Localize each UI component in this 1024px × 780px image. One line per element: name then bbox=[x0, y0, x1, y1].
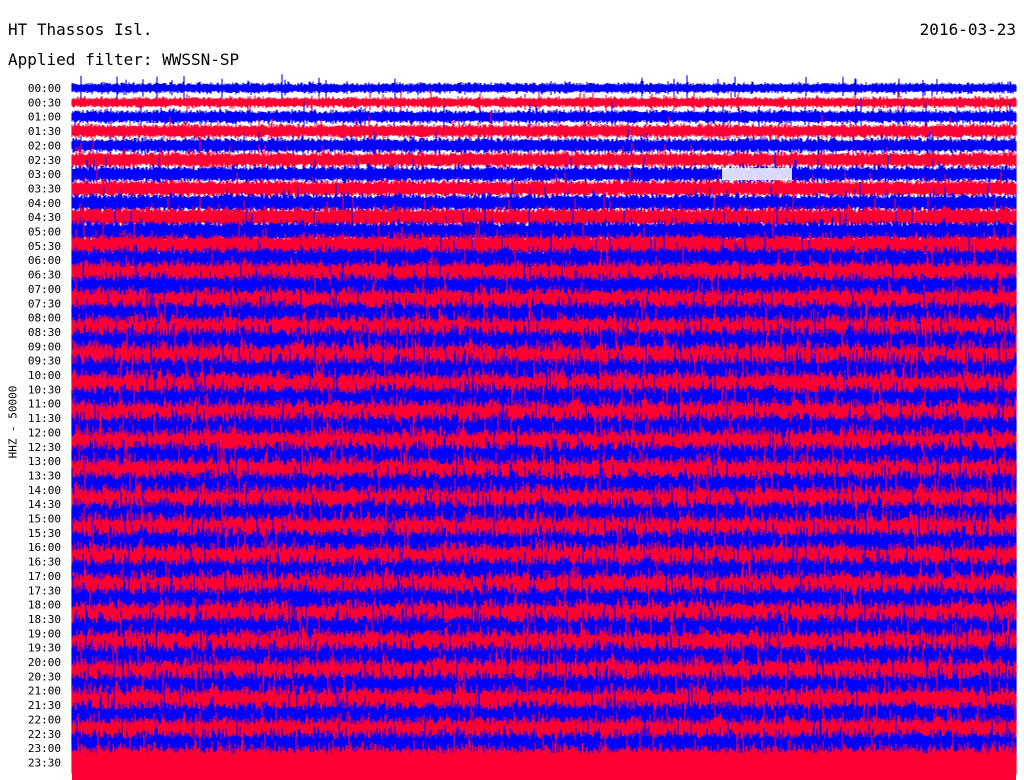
row-label-2200: 22:00 bbox=[28, 713, 61, 726]
row-label-1800: 18:00 bbox=[28, 599, 61, 612]
row-label-2000: 20:00 bbox=[28, 656, 61, 669]
helicorder-plot: 00:0000:30 01:0001:3002:00 02:3003:0003:30… bbox=[28, 74, 1017, 780]
row-label-0130: 01:30 bbox=[28, 125, 61, 138]
data-gap bbox=[722, 168, 792, 181]
row-label-0930: 09:30 bbox=[28, 355, 61, 368]
row-label-1700: 17:00 bbox=[28, 570, 61, 583]
row-label-0030: 00:30 bbox=[28, 96, 61, 109]
row-label-0330: 03:30 bbox=[28, 182, 61, 195]
row-label-2100: 21:00 bbox=[28, 685, 61, 698]
row-label-group: 00:0000:30 01:0001:3002:00 02:3003:0003:30… bbox=[28, 82, 61, 769]
helicorder-page: HT Thassos Isl. 2016-03-23 Applied filte… bbox=[0, 0, 1024, 780]
row-label-2300: 23:00 bbox=[28, 742, 61, 755]
row-label-0800: 08:00 bbox=[28, 312, 61, 325]
trace-row-0000 bbox=[71, 74, 1017, 101]
trace-row-0030 bbox=[71, 89, 1017, 115]
row-label-1500: 15:00 bbox=[28, 513, 61, 526]
row-label-1400: 14:00 bbox=[28, 484, 61, 497]
row-label-0200: 02:00 bbox=[28, 139, 61, 152]
row-label-1100: 11:00 bbox=[28, 398, 61, 411]
row-label-0430: 04:30 bbox=[28, 211, 61, 224]
row-label-1030: 10:30 bbox=[28, 383, 61, 396]
row-label-0730: 07:30 bbox=[28, 297, 61, 310]
row-label-2330: 23:30 bbox=[28, 756, 61, 769]
row-label-2130: 21:30 bbox=[28, 699, 61, 712]
row-label-0600: 06:00 bbox=[28, 254, 61, 267]
row-label-1130: 11:30 bbox=[28, 412, 61, 425]
row-label-2030: 20:30 bbox=[28, 670, 61, 683]
row-label-0630: 06:30 bbox=[28, 269, 61, 282]
row-label-1600: 16:00 bbox=[28, 541, 61, 554]
row-label-1000: 10:00 bbox=[28, 369, 61, 382]
row-label-0830: 08:30 bbox=[28, 326, 61, 339]
row-label-1900: 19:00 bbox=[28, 627, 61, 640]
row-label-1230: 12:30 bbox=[28, 441, 61, 454]
row-label-1630: 16:30 bbox=[28, 556, 61, 569]
row-label-1200: 12:00 bbox=[28, 426, 61, 439]
row-label-2230: 22:30 bbox=[28, 728, 61, 741]
row-label-1730: 17:30 bbox=[28, 584, 61, 597]
row-label-0900: 09:00 bbox=[28, 340, 61, 353]
row-label-0500: 05:00 bbox=[28, 226, 61, 239]
row-label-1530: 15:30 bbox=[28, 527, 61, 540]
row-label-0700: 07:00 bbox=[28, 283, 61, 296]
row-label-0230: 02:30 bbox=[28, 154, 61, 167]
row-label-0100: 01:00 bbox=[28, 111, 61, 124]
row-label-1430: 14:30 bbox=[28, 498, 61, 511]
row-label-0300: 03:00 bbox=[28, 168, 61, 181]
trace-tail-band bbox=[72, 756, 1016, 780]
row-label-0000: 00:00 bbox=[28, 82, 61, 95]
row-label-0400: 04:00 bbox=[28, 197, 61, 210]
row-label-1330: 13:30 bbox=[28, 469, 61, 482]
row-label-1930: 19:30 bbox=[28, 642, 61, 655]
trace-group bbox=[71, 74, 1017, 780]
row-label-0530: 05:30 bbox=[28, 240, 61, 253]
row-label-1300: 13:00 bbox=[28, 455, 61, 468]
row-label-1830: 18:30 bbox=[28, 613, 61, 626]
